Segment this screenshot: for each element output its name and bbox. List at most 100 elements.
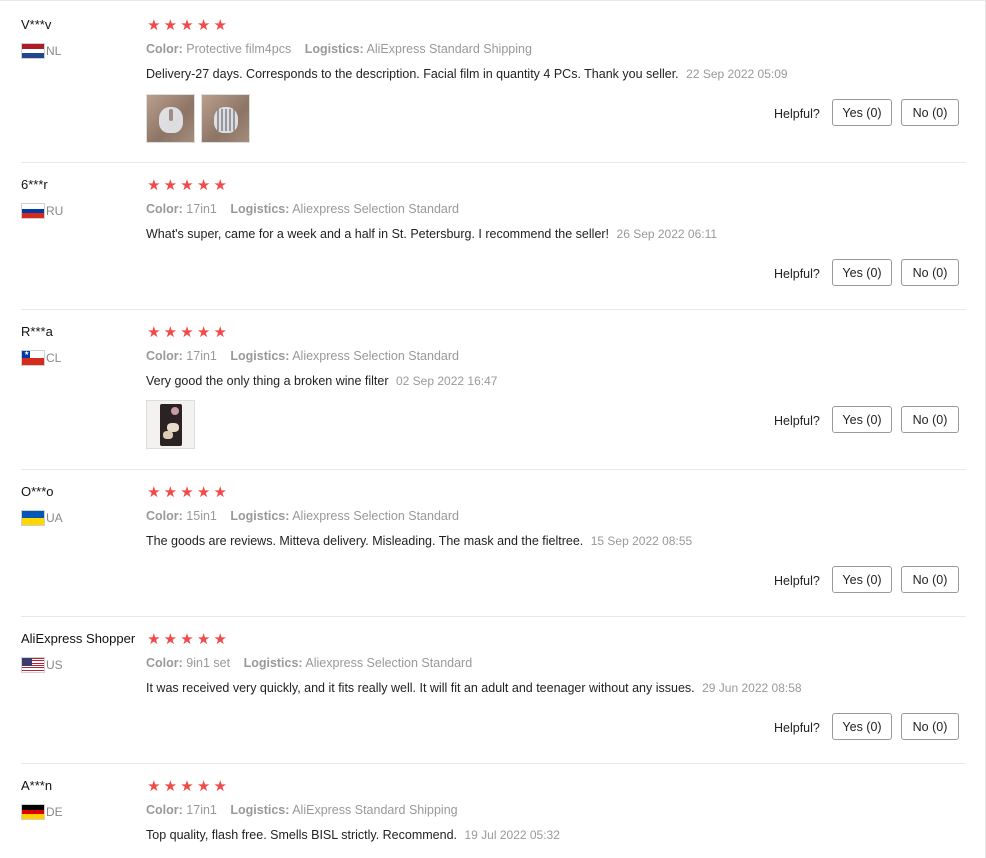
- star-icon: ★: [147, 778, 161, 795]
- helpful-yes-button[interactable]: Yes (0): [832, 566, 892, 593]
- helpful-no-button[interactable]: No (0): [901, 713, 959, 740]
- helpful-yes-button[interactable]: Yes (0): [832, 713, 892, 740]
- color-value: 17in1: [186, 349, 217, 363]
- review-date: 15 Sep 2022 08:55: [590, 534, 693, 548]
- color-value: 17in1: [186, 202, 217, 216]
- star-icon: ★: [213, 778, 227, 795]
- reviewer-name: O***o: [21, 484, 54, 499]
- reviewer-name: 6***r: [21, 177, 48, 192]
- reviewer-country: ★ CL: [21, 350, 61, 366]
- helpful-label: Helpful?: [774, 414, 820, 428]
- de-flag-icon: [21, 804, 45, 820]
- star-icon: ★: [147, 484, 161, 501]
- reviewer-country: US: [21, 657, 63, 673]
- logistics-value: Aliexpress Selection Standard: [292, 202, 459, 216]
- logistics-label: Logistics:: [304, 42, 364, 56]
- star-icon: ★: [163, 324, 178, 341]
- star-icon: ★: [196, 324, 211, 341]
- review-divider: [21, 616, 966, 617]
- ru-flag-icon: [21, 203, 45, 219]
- star-icon: ★: [213, 177, 227, 194]
- review-date: 29 Jun 2022 08:58: [702, 681, 802, 695]
- star-rating: ★ ★ ★ ★ ★: [146, 18, 228, 34]
- star-icon: ★: [163, 631, 178, 648]
- color-label: Color:: [146, 803, 183, 817]
- star-icon: ★: [213, 631, 227, 648]
- helpful-no-button[interactable]: No (0): [901, 566, 959, 593]
- logistics-label: Logistics:: [230, 803, 290, 817]
- star-rating: ★ ★ ★ ★ ★: [146, 485, 228, 501]
- reviewer-country: DE: [21, 804, 63, 820]
- helpful-no-button[interactable]: No (0): [901, 259, 959, 286]
- review-divider: [21, 763, 966, 764]
- star-rating: ★ ★ ★ ★ ★: [146, 178, 228, 194]
- helpful-label: Helpful?: [774, 574, 820, 588]
- star-icon: ★: [213, 17, 227, 34]
- nl-flag-icon: [21, 43, 45, 59]
- review-text: Top quality, flash free. Smells BISL str…: [146, 828, 560, 842]
- logistics-value: AliExpress Standard Shipping: [292, 803, 458, 817]
- review-divider: [21, 309, 966, 310]
- review-photo-thumbnail[interactable]: [201, 94, 250, 143]
- review-images: [146, 400, 195, 449]
- review-body: The goods are reviews. Mitteva delivery.…: [146, 534, 584, 548]
- reviewer-country: UA: [21, 510, 63, 526]
- helpful-yes-button[interactable]: Yes (0): [832, 99, 892, 126]
- star-icon: ★: [196, 778, 211, 795]
- review-meta: Color: Protective film4pcs Logistics: Al…: [146, 42, 532, 56]
- review-date: 26 Sep 2022 06:11: [616, 227, 718, 241]
- star-icon: ★: [180, 324, 194, 341]
- review-body: It was received very quickly, and it fit…: [146, 681, 695, 695]
- star-icon: ★: [147, 631, 161, 648]
- star-icon: ★: [163, 778, 178, 795]
- cl-flag-icon: ★: [21, 350, 45, 366]
- helpful-yes-button[interactable]: Yes (0): [832, 259, 892, 286]
- reviewer-name: AliExpress Shopper: [21, 631, 136, 646]
- review-text: It was received very quickly, and it fit…: [146, 681, 802, 695]
- helpful-no-button[interactable]: No (0): [901, 99, 959, 126]
- star-icon: ★: [180, 484, 194, 501]
- review-body: Very good the only thing a broken wine f…: [146, 374, 389, 388]
- logistics-value: Aliexpress Selection Standard: [292, 349, 459, 363]
- star-icon: ★: [147, 177, 161, 194]
- color-label: Color:: [146, 42, 183, 56]
- country-code: DE: [46, 805, 63, 819]
- review-meta: Color: 17in1 Logistics: Aliexpress Selec…: [146, 202, 459, 216]
- review-text: What's super, came for a week and a half…: [146, 227, 717, 241]
- country-code: CL: [46, 351, 62, 365]
- country-code: RU: [46, 204, 64, 218]
- helpful-no-button[interactable]: No (0): [901, 406, 959, 433]
- logistics-label: Logistics:: [243, 656, 303, 670]
- color-label: Color:: [146, 656, 183, 670]
- review-photo-thumbnail[interactable]: [146, 400, 195, 449]
- logistics-label: Logistics:: [230, 202, 290, 216]
- review-photo-thumbnail[interactable]: [146, 94, 195, 143]
- color-label: Color:: [146, 349, 183, 363]
- review-date: 02 Sep 2022 16:47: [396, 374, 498, 388]
- color-value: 9in1 set: [186, 656, 231, 670]
- color-label: Color:: [146, 202, 183, 216]
- review-date: 22 Sep 2022 05:09: [686, 67, 788, 81]
- review-meta: Color: 17in1 Logistics: Aliexpress Selec…: [146, 349, 459, 363]
- color-value: 15in1: [186, 509, 217, 523]
- star-icon: ★: [196, 17, 211, 34]
- star-icon: ★: [213, 484, 227, 501]
- review-text: Delivery-27 days. Corresponds to the des…: [146, 67, 788, 81]
- star-icon: ★: [180, 17, 194, 34]
- helpful-label: Helpful?: [774, 721, 820, 735]
- star-icon: ★: [163, 17, 178, 34]
- helpful-label: Helpful?: [774, 267, 820, 281]
- reviewer-name: R***a: [21, 324, 53, 339]
- country-code: NL: [46, 44, 62, 58]
- review-divider: [21, 162, 966, 163]
- reviewer-name: A***n: [21, 778, 53, 793]
- color-label: Color:: [146, 509, 183, 523]
- us-flag-icon: [21, 657, 45, 673]
- reviewer-country: NL: [21, 43, 61, 59]
- star-icon: ★: [180, 778, 194, 795]
- logistics-value: Aliexpress Selection Standard: [292, 509, 459, 523]
- helpful-yes-button[interactable]: Yes (0): [832, 406, 892, 433]
- ua-flag-icon: [21, 510, 45, 526]
- star-icon: ★: [180, 177, 194, 194]
- top-border: [0, 0, 986, 1]
